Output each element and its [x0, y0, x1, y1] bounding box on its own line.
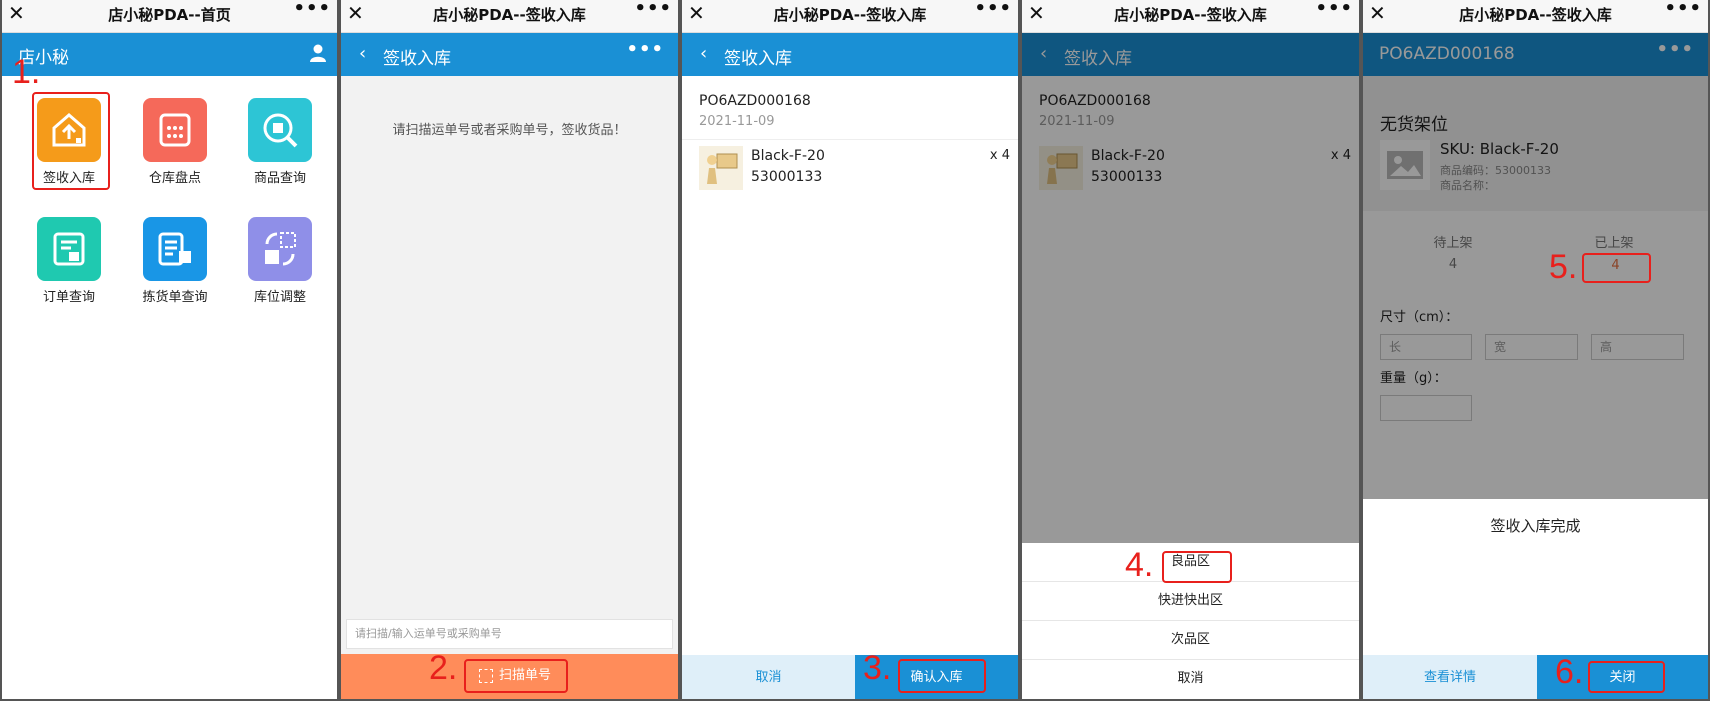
divider: [682, 139, 1018, 140]
more-icon[interactable]: •••: [634, 0, 672, 19]
grid-item-product-search[interactable]: 商品查询: [240, 98, 320, 186]
more-icon[interactable]: •••: [974, 0, 1012, 19]
cancel-button[interactable]: 取消: [682, 655, 855, 699]
order-icon: [37, 217, 101, 281]
product-thumbnail: [699, 146, 743, 190]
window-title: 店小秘PDA--首页: [108, 6, 231, 24]
window-titlebar: ✕ 店小秘PDA--首页 •••: [2, 0, 337, 33]
app-header: 店小秘: [2, 33, 337, 76]
panel-sign-in-item: ✕ 店小秘PDA--签收入库 ••• ‹ 签收入库 PO6AZD000168 2…: [680, 0, 1020, 701]
magnifier-icon: [248, 98, 312, 162]
step-label: 4.: [1125, 546, 1154, 584]
window-title: 店小秘PDA--签收入库: [773, 6, 927, 24]
nav-bar: ‹ 签收入库 •••: [341, 33, 678, 76]
option-cancel[interactable]: 取消: [1022, 660, 1359, 698]
grid-label: 商品查询: [253, 171, 306, 186]
more-icon[interactable]: •••: [626, 39, 664, 60]
panel-zone-select: ✕ 店小秘PDA--签收入库 ••• ‹ 签收入库 PO6AZD000168 2…: [1020, 0, 1361, 701]
order-content: PO6AZD000168 2021-11-09 Black-F-20 53000…: [682, 76, 1018, 657]
picklist-icon: [143, 217, 207, 281]
modal-overlay: [1022, 33, 1359, 543]
step-label: 6.: [1555, 653, 1584, 691]
po-date: 2021-11-09: [699, 114, 775, 129]
highlight-box: [898, 659, 986, 693]
panel-sign-in-empty: ✕ 店小秘PDA--签收入库 ••• ‹ 签收入库 ••• 请扫描运单号或者采购…: [339, 0, 680, 701]
window-titlebar: ✕ 店小秘PDA--签收入库 •••: [341, 0, 678, 33]
grid-item-picklist-search[interactable]: 拣货单查询: [135, 217, 215, 305]
calculator-icon: [143, 98, 207, 162]
window-title: 店小秘PDA--签收入库: [1459, 6, 1612, 24]
back-icon[interactable]: ‹: [700, 43, 707, 64]
window-title: 店小秘PDA--签收入库: [1114, 6, 1267, 24]
grid-label: 订单查询: [42, 290, 95, 305]
highlight-box: [32, 92, 110, 190]
more-icon[interactable]: •••: [1664, 0, 1702, 19]
grid-item-order-search[interactable]: 订单查询: [29, 217, 109, 305]
highlight-box: [1588, 661, 1665, 693]
modal-overlay: [1363, 33, 1708, 499]
more-icon[interactable]: •••: [293, 0, 331, 19]
window-titlebar: ✕ 店小秘PDA--签收入库 •••: [1363, 0, 1708, 33]
grid-label: 拣货单查询: [142, 290, 208, 305]
window-titlebar: ✕ 店小秘PDA--签收入库 •••: [682, 0, 1018, 33]
step-label: 2.: [429, 649, 458, 687]
item-sku: Black-F-20: [751, 148, 825, 164]
po-number: PO6AZD000168: [699, 93, 811, 109]
scan-input[interactable]: 请扫描/输入运单号或采购单号: [346, 619, 673, 649]
back-icon[interactable]: ‹: [359, 43, 366, 64]
option-defect-zone[interactable]: 次品区: [1022, 621, 1359, 660]
item-qty: x 4: [989, 148, 1010, 163]
step-label: 5.: [1549, 248, 1578, 286]
cancel-label: 取消: [755, 670, 782, 685]
more-icon[interactable]: •••: [1315, 0, 1353, 19]
nav-title: 签收入库: [383, 49, 451, 69]
grid-label: 库位调整: [253, 290, 306, 305]
scan-hint: 请扫描运单号或者采购单号，签收货品！: [392, 123, 627, 138]
step-label: 3.: [863, 649, 892, 687]
scan-input-placeholder: 请扫描/输入运单号或采购单号: [355, 627, 502, 640]
option-fast-zone[interactable]: 快进快出区: [1022, 582, 1359, 621]
panel-home: ✕ 店小秘PDA--首页 ••• 店小秘 签收入库 仓库盘点 商品查询 订单查询: [0, 0, 339, 701]
done-message: 签收入库完成: [1490, 517, 1581, 535]
item-code: 53000133: [751, 169, 823, 185]
window-title: 店小秘PDA--签收入库: [433, 6, 586, 24]
panel-shelving-done: ✕ 店小秘PDA--签收入库 ••• PO6AZD000168 ••• 无货架位…: [1361, 0, 1710, 701]
nav-title: 签收入库: [724, 49, 792, 69]
step-label: 1.: [12, 53, 41, 91]
location-adjust-icon: [248, 217, 312, 281]
grid-item-location-adjust[interactable]: 库位调整: [240, 217, 320, 305]
highlight-box: [464, 659, 568, 693]
nav-bar: ‹ 签收入库: [682, 33, 1018, 76]
highlight-box: [1582, 253, 1651, 283]
view-details-button[interactable]: 查看详情: [1363, 655, 1537, 699]
user-icon[interactable]: [309, 43, 327, 67]
highlight-box: [1162, 551, 1232, 583]
grid-item-inventory-count[interactable]: 仓库盘点: [135, 98, 215, 186]
window-titlebar: ✕ 店小秘PDA--签收入库 •••: [1022, 0, 1359, 33]
grid-label: 仓库盘点: [148, 171, 201, 186]
view-details-label: 查看详情: [1423, 670, 1476, 685]
